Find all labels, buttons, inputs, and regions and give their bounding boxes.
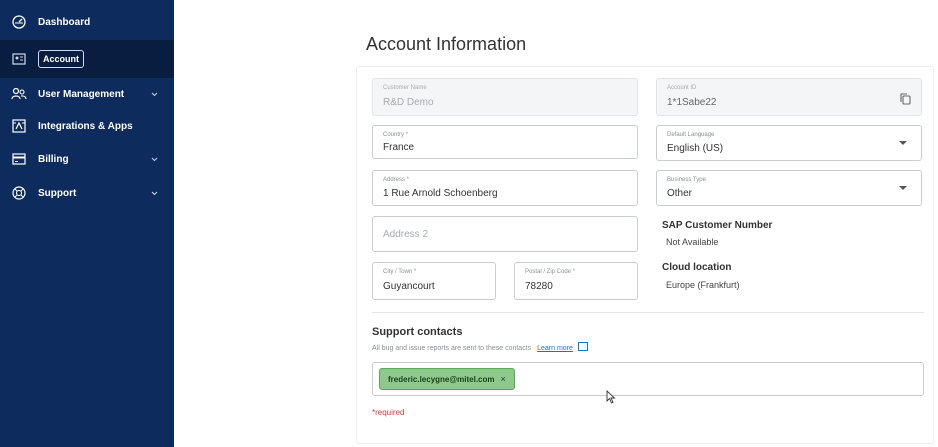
account-card-icon xyxy=(10,50,28,68)
integrations-icon xyxy=(10,117,28,135)
default-language-select[interactable]: Default Language English (US) xyxy=(656,125,922,161)
chevron-down-icon xyxy=(151,188,158,199)
cloud-location-title: Cloud location xyxy=(662,262,732,273)
support-contacts-input[interactable]: frederic.lecygne@mitel.com × xyxy=(372,362,924,396)
sidebar: Dashboard Account User Management Integr… xyxy=(0,0,174,447)
support-contacts-title: Support contacts xyxy=(372,326,463,338)
business-type-select[interactable]: Business Type Other xyxy=(656,170,922,206)
support-icon xyxy=(10,184,28,202)
sidebar-item-user-management[interactable]: User Management xyxy=(0,80,174,108)
mouse-cursor-icon xyxy=(606,389,616,409)
country-field[interactable]: Country * France xyxy=(372,125,638,159)
sidebar-item-billing[interactable]: Billing xyxy=(0,145,174,173)
sidebar-item-label: Dashboard xyxy=(38,16,91,28)
cloud-location-value: Europe (Frankfurt) xyxy=(666,280,740,290)
learn-more-link[interactable]: Learn more xyxy=(537,345,573,352)
external-link-icon[interactable] xyxy=(577,342,588,351)
support-contacts-description: All bug and issue reports are sent to th… xyxy=(372,342,588,352)
contact-chip: frederic.lecygne@mitel.com × xyxy=(379,368,515,390)
sidebar-item-label: Account xyxy=(38,50,84,68)
sidebar-item-support[interactable]: Support xyxy=(0,179,174,207)
sidebar-item-account[interactable]: Account xyxy=(0,40,174,78)
billing-icon xyxy=(10,150,28,168)
required-note: *required xyxy=(372,408,405,417)
sidebar-item-label: Billing xyxy=(38,153,69,165)
divider xyxy=(372,312,924,313)
users-icon xyxy=(10,85,28,103)
account-id-field: Account ID 1*1Sabe22 xyxy=(656,78,922,116)
dashboard-icon xyxy=(10,13,28,31)
remove-chip-icon[interactable]: × xyxy=(501,374,506,384)
sap-customer-number-value: Not Available xyxy=(666,237,719,247)
sidebar-item-label: Integrations & Apps xyxy=(38,120,133,132)
chevron-down-icon xyxy=(899,186,907,190)
postal-code-field[interactable]: Postal / Zip Code * 78280 xyxy=(514,262,638,300)
page-title: Account Information xyxy=(366,34,527,54)
sap-customer-number-title: SAP Customer Number xyxy=(662,220,773,231)
sidebar-item-label: User Management xyxy=(38,88,125,100)
copy-icon[interactable] xyxy=(900,92,911,110)
chevron-down-icon xyxy=(151,154,158,165)
city-field[interactable]: City / Town * Guyancourt xyxy=(372,262,496,300)
customer-name-field: Customer Name R&D Demo xyxy=(372,78,638,116)
chevron-down-icon xyxy=(899,141,907,145)
sidebar-item-dashboard[interactable]: Dashboard xyxy=(0,8,174,36)
address-field[interactable]: Address * 1 Rue Arnold Schoenberg xyxy=(372,170,638,206)
sidebar-item-label: Support xyxy=(38,187,77,199)
sidebar-item-integrations[interactable]: Integrations & Apps xyxy=(0,112,174,140)
address2-field[interactable]: Address 2 xyxy=(372,216,638,252)
chevron-down-icon xyxy=(151,89,158,100)
